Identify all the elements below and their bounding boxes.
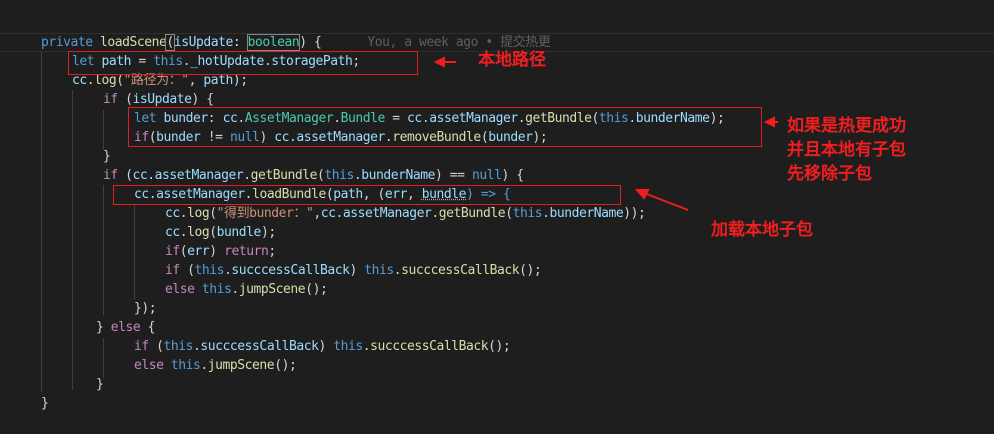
arrow-head-icon [433,56,445,68]
code-editor[interactable]: private loadScene(isUpdate: boolean) {Yo… [0,0,994,434]
annotation-load-bundle: 加载本地子包 [711,220,813,240]
arrow-head-icon [763,116,775,128]
arrow-load-bundle [643,192,689,211]
arrow-head-icon [634,189,650,200]
annotation-remove-line-2: 并且本地有子包 [787,140,906,160]
annotation-remove-line-3: 先移除子包 [787,164,872,184]
annotation-remove-line-1: 如果是热更成功 [787,116,906,136]
annotation-local-path: 本地路径 [478,50,546,70]
